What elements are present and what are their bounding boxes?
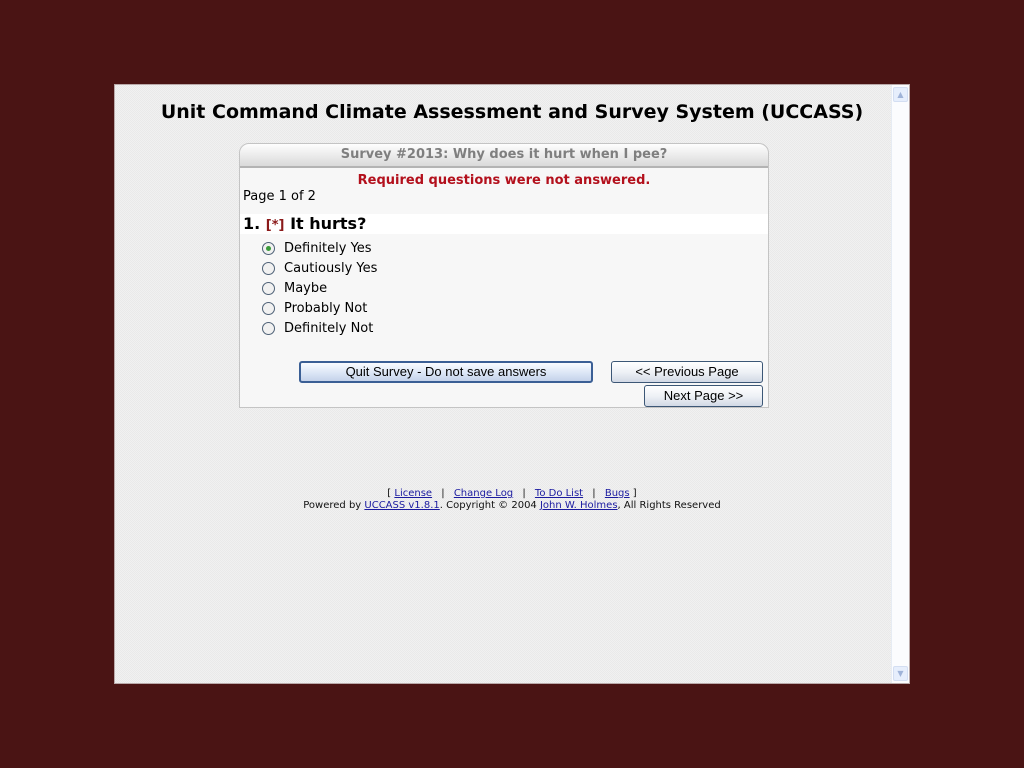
bracket-close: ]: [632, 488, 637, 499]
option-label: Definitely Yes: [284, 240, 372, 256]
radio-button[interactable]: [262, 261, 275, 275]
error-message: Required questions were not answered.: [357, 173, 651, 188]
scroll-down-icon[interactable]: ▼: [893, 666, 908, 681]
question-text: It hurts?: [290, 214, 367, 233]
page-content: Unit Command Climate Assessment and Surv…: [115, 85, 891, 683]
copyright-text: . Copyright © 2004: [439, 500, 540, 511]
radio-button[interactable]: [262, 281, 275, 295]
footer: [ License | Change Log | To Do List | Bu…: [133, 488, 891, 512]
survey-panel: Survey #2013: Why does it hurt when I pe…: [239, 143, 769, 408]
browser-window: Unit Command Climate Assessment and Surv…: [114, 84, 910, 684]
option-probably-not[interactable]: Probably Not: [262, 298, 768, 318]
separator: |: [522, 488, 526, 499]
separator: |: [441, 488, 445, 499]
author-link[interactable]: John W. Holmes: [540, 500, 618, 511]
option-definitely-not[interactable]: Definitely Not: [262, 318, 768, 338]
quit-survey-button[interactable]: Quit Survey - Do not save answers: [299, 361, 593, 383]
option-label: Cautiously Yes: [284, 260, 378, 276]
option-cautiously-yes[interactable]: Cautiously Yes: [262, 258, 768, 278]
rights-text: , All Rights Reserved: [617, 500, 721, 511]
option-label: Maybe: [284, 280, 328, 296]
license-link[interactable]: License: [394, 488, 432, 499]
scroll-up-icon[interactable]: ▲: [893, 87, 908, 102]
page-indicator: Page 1 of 2: [243, 189, 316, 204]
previous-page-button[interactable]: << Previous Page: [611, 361, 763, 383]
question-number: 1.: [243, 214, 261, 233]
option-definitely-yes[interactable]: Definitely Yes: [262, 238, 768, 258]
powered-by-text: Powered by: [303, 500, 365, 511]
copyright-line: Powered by UCCASS v1.8.1. Copyright © 20…: [133, 500, 891, 512]
to-do-list-link[interactable]: To Do List: [535, 488, 583, 499]
radio-button[interactable]: [262, 301, 275, 315]
footer-links: [ License | Change Log | To Do List | Bu…: [133, 488, 891, 500]
change-log-link[interactable]: Change Log: [454, 488, 513, 499]
vertical-scrollbar[interactable]: ▲ ▼: [891, 85, 909, 683]
survey-title: Survey #2013: Why does it hurt when I pe…: [240, 144, 768, 168]
uccass-link[interactable]: UCCASS v1.8.1: [364, 500, 439, 511]
option-label: Probably Not: [284, 300, 368, 316]
question-1: 1. [*] It hurts?: [240, 214, 768, 234]
next-page-button[interactable]: Next Page >>: [644, 385, 763, 407]
option-label: Definitely Not: [284, 320, 374, 336]
required-marker: [*]: [265, 218, 285, 233]
app-title: Unit Command Climate Assessment and Surv…: [160, 101, 864, 123]
answer-options: Definitely Yes Cautiously Yes Maybe Prob…: [262, 238, 768, 338]
bugs-link[interactable]: Bugs: [605, 488, 630, 499]
bracket-open: [: [387, 488, 392, 499]
option-maybe[interactable]: Maybe: [262, 278, 768, 298]
radio-button-selected[interactable]: [262, 241, 275, 255]
radio-button[interactable]: [262, 321, 275, 335]
separator: |: [592, 488, 596, 499]
